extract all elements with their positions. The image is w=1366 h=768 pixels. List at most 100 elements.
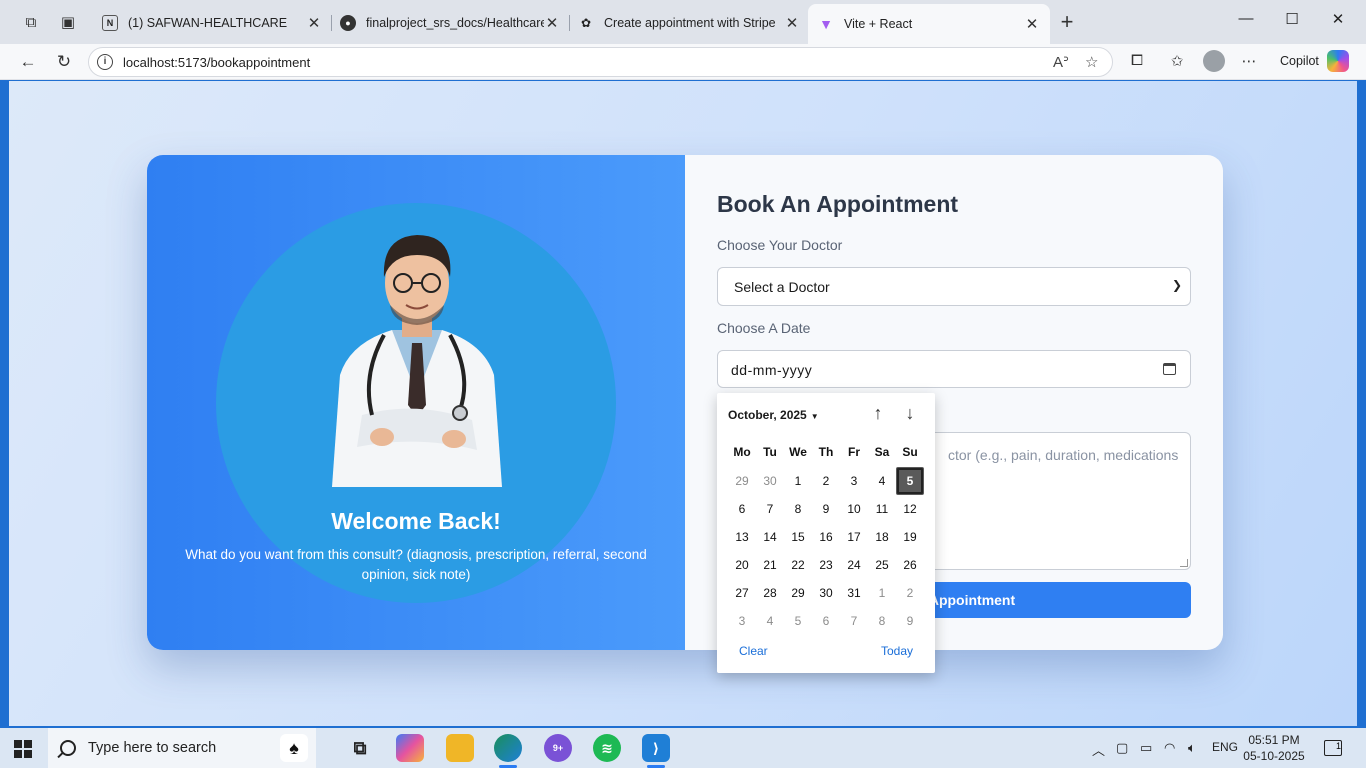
profile-avatar[interactable] — [1203, 50, 1225, 72]
calendar-day[interactable]: 15 — [784, 523, 812, 551]
calendar-day[interactable]: 30 — [812, 579, 840, 607]
clear-date-button[interactable]: Clear — [739, 644, 768, 658]
volume-icon[interactable]: 🔈︎ — [1188, 740, 1196, 756]
site-info-icon[interactable]: i — [97, 54, 113, 70]
calendar-day-other-month[interactable]: 4 — [756, 607, 784, 635]
task-view-icon[interactable]: ⧉ — [346, 734, 374, 762]
calendar-day-other-month[interactable]: 8 — [868, 607, 896, 635]
weekday-label: Mo — [733, 445, 751, 459]
calendar-day[interactable]: 26 — [896, 551, 924, 579]
calendar-day[interactable]: 1 — [784, 467, 812, 495]
calendar-day[interactable]: 25 — [868, 551, 896, 579]
close-tab-icon[interactable]: ✕ — [784, 14, 800, 32]
tab-github[interactable]: ● finalproject_srs_docs/Healthcare a ✕ — [330, 6, 570, 40]
copilot-icon — [1326, 50, 1349, 72]
calendar-day[interactable]: 14 — [756, 523, 784, 551]
calendar-day[interactable]: 8 — [784, 495, 812, 523]
maximize-icon[interactable]: ☐ — [1280, 10, 1304, 28]
taskbar-search[interactable]: Type here to search — [48, 728, 316, 768]
calendar-day[interactable]: 29 — [784, 579, 812, 607]
calendar-day[interactable]: 11 — [868, 495, 896, 523]
calendar-day-other-month[interactable]: 6 — [812, 607, 840, 635]
calendar-day[interactable]: 12 — [896, 495, 924, 523]
calendar-day[interactable]: 21 — [756, 551, 784, 579]
read-aloud-icon[interactable]: A͏ᐣ — [1053, 53, 1069, 71]
refresh-icon[interactable]: ↻ — [52, 51, 76, 73]
calendar-day-other-month[interactable]: 29 — [728, 467, 756, 495]
calendar-day-other-month[interactable]: 9 — [896, 607, 924, 635]
calendar-day[interactable]: 3 — [840, 467, 868, 495]
tab-safwan-healthcare[interactable]: N (1) SAFWAN-HEALTHCARE ✕ — [92, 6, 332, 40]
minimize-icon[interactable]: — — [1234, 10, 1258, 27]
windows-start-icon[interactable] — [14, 740, 32, 758]
vscode-icon[interactable]: ⟩ — [642, 734, 670, 762]
url-text[interactable]: localhost:5173/bookappointment — [123, 55, 310, 70]
calendar-day[interactable]: 9 — [812, 495, 840, 523]
close-tab-icon[interactable]: ✕ — [544, 14, 560, 32]
calendar-day[interactable]: 7 — [756, 495, 784, 523]
close-tab-icon[interactable]: ✕ — [306, 14, 322, 32]
notion-icon: N — [102, 15, 118, 31]
calendar-day[interactable]: 22 — [784, 551, 812, 579]
calendar-icon[interactable] — [1163, 363, 1176, 375]
date-input[interactable]: dd-mm-yyyy — [717, 350, 1191, 388]
tuxedo-mascot-icon[interactable]: ♠ — [280, 734, 308, 762]
show-hidden-icons-icon[interactable]: ︿ — [1092, 740, 1105, 759]
tab-vite-react[interactable]: ▼ Vite + React ✕ — [808, 4, 1050, 44]
next-month-arrow-icon[interactable]: ↓ — [900, 403, 920, 424]
previous-month-arrow-icon[interactable]: ↑ — [868, 403, 888, 424]
workspaces-icon[interactable]: ⧉ — [20, 11, 42, 33]
calendar-day-other-month[interactable]: 5 — [784, 607, 812, 635]
close-tab-icon[interactable]: ✕ — [1024, 15, 1040, 33]
calendar-day[interactable]: 6 — [728, 495, 756, 523]
copilot-button[interactable]: Copilot — [1272, 48, 1356, 74]
calendar-day[interactable]: 20 — [728, 551, 756, 579]
resize-handle-icon[interactable] — [1180, 559, 1188, 567]
calendar-day-other-month[interactable]: 2 — [896, 579, 924, 607]
battery-icon[interactable]: ▭ — [1140, 740, 1152, 756]
tab-stripe-appointment[interactable]: ✿ Create appointment with Stripe ✕ — [568, 6, 810, 40]
calendar-day[interactable]: 23 — [812, 551, 840, 579]
doctor-select[interactable]: Select a Doctor ❯ — [717, 267, 1191, 306]
calendar-day-other-month[interactable]: 7 — [840, 607, 868, 635]
calendar-day[interactable]: 19 — [896, 523, 924, 551]
system-clock[interactable]: 05:51 PM 05-10-2025 — [1238, 732, 1310, 764]
calendar-day[interactable]: 13 — [728, 523, 756, 551]
calendar-day[interactable]: 24 — [840, 551, 868, 579]
extensions-icon[interactable]: ⧠ — [1126, 52, 1148, 69]
calendar-day[interactable]: 16 — [812, 523, 840, 551]
favorite-star-icon[interactable]: ☆ — [1085, 53, 1098, 71]
edge-browser-icon[interactable] — [494, 734, 522, 762]
discord-icon[interactable]: 9+ — [544, 734, 572, 762]
calendar-day[interactable]: 28 — [756, 579, 784, 607]
month-year-selector[interactable]: October, 2025 ▼ — [728, 408, 819, 422]
new-tab-icon[interactable]: + — [1056, 9, 1078, 34]
notification-center-icon[interactable]: 1 — [1324, 740, 1342, 756]
copilot-taskbar-icon[interactable] — [396, 734, 424, 762]
today-button[interactable]: Today — [881, 644, 913, 658]
calendar-day[interactable]: 10 — [840, 495, 868, 523]
calendar-day[interactable]: 17 — [840, 523, 868, 551]
calendar-day-other-month[interactable]: 30 — [756, 467, 784, 495]
address-bar[interactable]: i localhost:5173/bookappointment A͏ᐣ ☆ — [88, 47, 1113, 77]
language-indicator[interactable]: ENG — [1212, 740, 1238, 754]
favorites-icon[interactable]: ✩ — [1166, 52, 1188, 70]
back-icon[interactable]: ← — [16, 51, 40, 73]
file-explorer-icon[interactable] — [446, 734, 474, 762]
calendar-day[interactable]: 4 — [868, 467, 896, 495]
calendar-day[interactable]: 27 — [728, 579, 756, 607]
spotify-icon[interactable]: ≋ — [593, 734, 621, 762]
calendar-day-other-month[interactable]: 1 — [868, 579, 896, 607]
close-window-icon[interactable]: ✕ — [1326, 10, 1350, 28]
tab-actions-icon[interactable]: ▣ — [57, 11, 79, 33]
date-picker-popup: October, 2025 ▼ ↑ ↓ Mo Tu We Th Fr Sa Su 29 30 1 2… — [717, 393, 935, 673]
calendar-day-other-month[interactable]: 3 — [728, 607, 756, 635]
openai-icon: ✿ — [580, 16, 592, 30]
calendar-day[interactable]: 5 — [896, 467, 924, 495]
more-options-icon[interactable]: ⋯ — [1238, 52, 1260, 70]
calendar-day[interactable]: 2 — [812, 467, 840, 495]
meet-now-icon[interactable]: ▢ — [1116, 740, 1128, 756]
calendar-day[interactable]: 31 — [840, 579, 868, 607]
wifi-icon[interactable]: ◠ — [1164, 740, 1175, 756]
calendar-day[interactable]: 18 — [868, 523, 896, 551]
